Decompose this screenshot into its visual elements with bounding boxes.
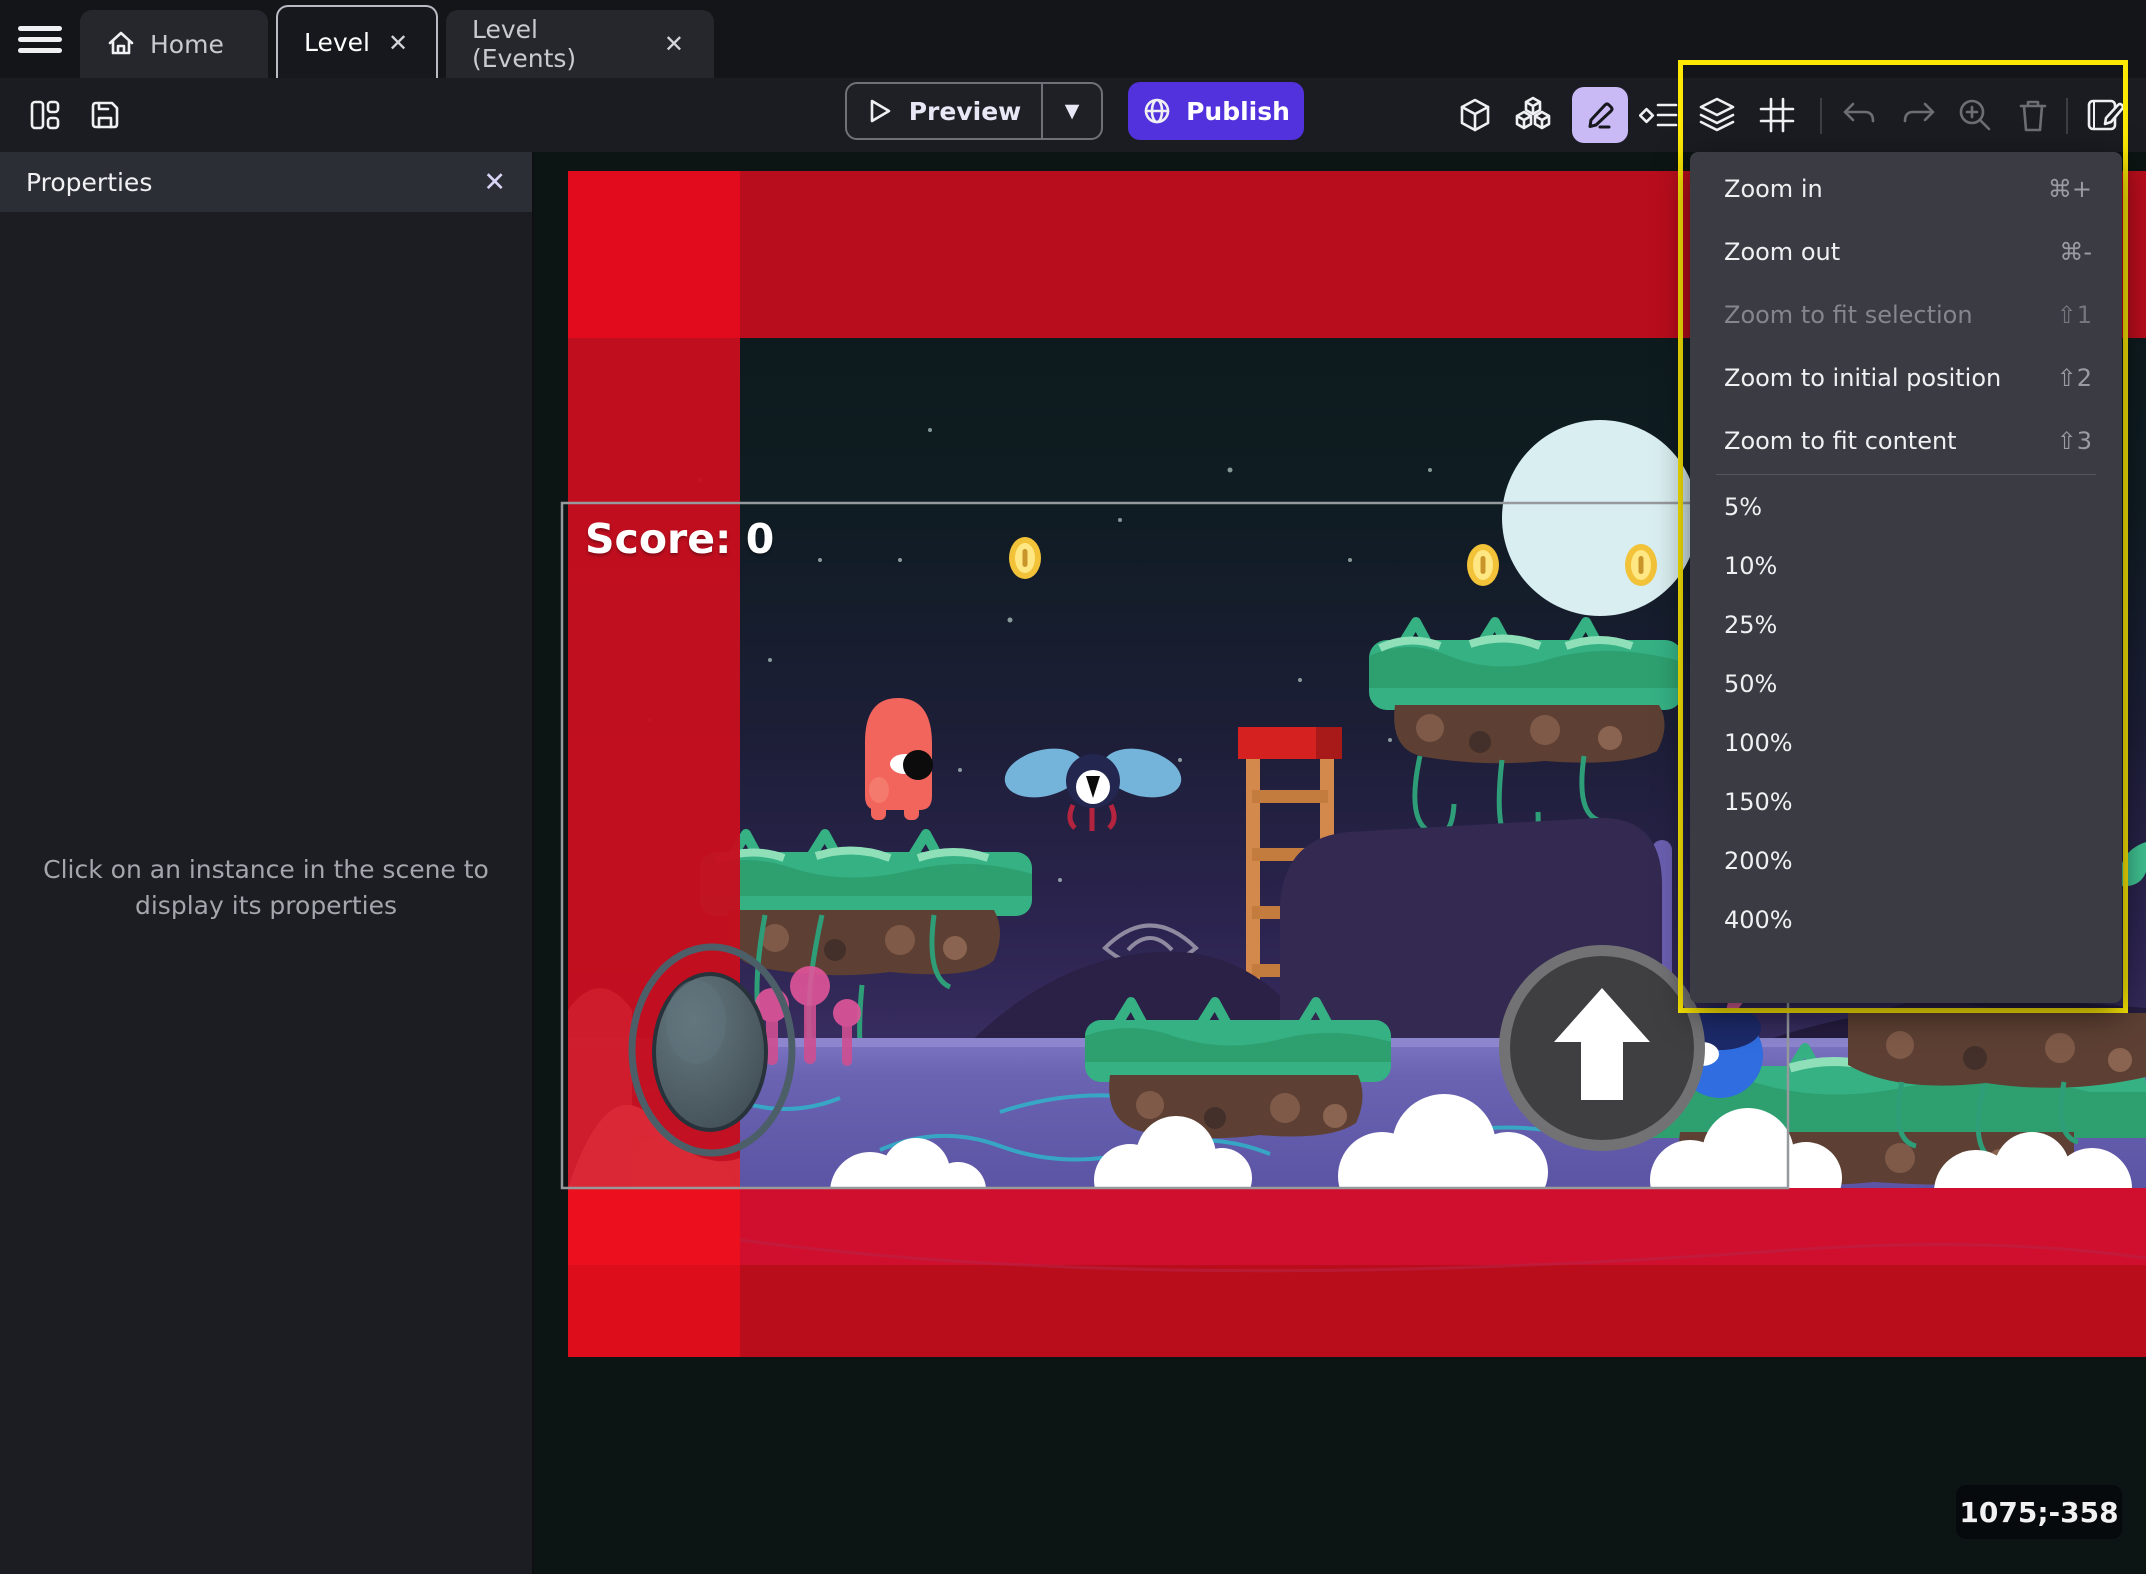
- tab-label: Home: [150, 29, 224, 59]
- close-icon[interactable]: ✕: [384, 27, 412, 59]
- publish-button[interactable]: Publish: [1128, 82, 1304, 140]
- menu-item-zoom-50[interactable]: 50%: [1690, 654, 2122, 713]
- shortcut: ⇧2: [2056, 363, 2092, 392]
- toolbar: Preview ▼ Publish: [0, 78, 2146, 152]
- menu-item-zoom-10[interactable]: 10%: [1690, 536, 2122, 595]
- menu-item-zoom-25[interactable]: 25%: [1690, 595, 2122, 654]
- preview-label: Preview: [908, 96, 1022, 126]
- panel-title: Properties: [26, 167, 153, 197]
- toggle-panels-icon[interactable]: [22, 92, 68, 138]
- pencil-icon: [1583, 98, 1617, 132]
- tab-label: Level: [304, 28, 370, 57]
- undo-icon: [1836, 92, 1882, 138]
- cursor-coordinates-badge: 1075;-358: [1956, 1485, 2122, 1539]
- tab-level[interactable]: Level ✕: [276, 5, 438, 78]
- jump-button[interactable]: [1499, 945, 1705, 1151]
- menu-item-zoom-in[interactable]: Zoom in ⌘+: [1690, 157, 2122, 220]
- home-icon: [106, 29, 136, 59]
- publish-label: Publish: [1186, 96, 1290, 126]
- preview-options-button[interactable]: ▼: [1043, 84, 1101, 138]
- zoom-menu: Zoom in ⌘+ Zoom out ⌘- Zoom to fit selec…: [1690, 152, 2122, 1003]
- tab-home[interactable]: Home: [80, 10, 268, 78]
- save-icon[interactable]: [82, 92, 128, 138]
- shortcut: ⇧3: [2056, 426, 2092, 455]
- instances-panel-icon[interactable]: [1510, 92, 1556, 138]
- moon: [1502, 420, 1698, 616]
- main-menu-icon[interactable]: [18, 20, 62, 58]
- shortcut: ⌘+: [2047, 174, 2092, 203]
- divider: [2066, 98, 2068, 134]
- tab-level-events[interactable]: Level (Events) ✕: [446, 10, 714, 78]
- player-character: [865, 698, 933, 820]
- shortcut: ⌘-: [2059, 237, 2092, 266]
- platform-bottom-center: [1085, 997, 1391, 1139]
- properties-panel-header: Properties ✕: [0, 152, 532, 212]
- menu-item-zoom-out[interactable]: Zoom out ⌘-: [1690, 220, 2122, 283]
- tab-label: Level (Events): [472, 15, 577, 73]
- properties-panel: Properties ✕ Click on an instance in the…: [0, 152, 534, 1574]
- edit-mode-button[interactable]: [1572, 87, 1628, 143]
- properties-empty-message: Click on an instance in the scene to dis…: [43, 855, 489, 921]
- grid-icon[interactable]: [1754, 92, 1800, 138]
- globe-icon: [1142, 96, 1172, 126]
- divider: [1820, 98, 1822, 134]
- menu-item-zoom-initial-position[interactable]: Zoom to initial position ⇧2: [1690, 346, 2122, 409]
- redo-icon: [1896, 92, 1942, 138]
- shortcut: ⇧1: [2056, 300, 2092, 329]
- menu-item-zoom-100[interactable]: 100%: [1690, 713, 2122, 772]
- delete-icon: [2010, 92, 2056, 138]
- menu-item-zoom-400[interactable]: 400%: [1690, 890, 2122, 949]
- tab-bar: Home Level ✕ Level (Events) ✕: [0, 0, 2146, 78]
- zoom-icon[interactable]: [1952, 92, 1998, 138]
- edit-scene-properties-icon[interactable]: [2082, 92, 2128, 138]
- score-hud: Score: 0: [585, 515, 775, 563]
- menu-item-zoom-fit-content[interactable]: Zoom to fit content ⇧3: [1690, 409, 2122, 472]
- close-icon[interactable]: ✕: [660, 28, 688, 60]
- menu-item-zoom-150[interactable]: 150%: [1690, 772, 2122, 831]
- play-icon: [867, 97, 893, 125]
- instances-list-icon[interactable]: [1636, 92, 1682, 138]
- objects-panel-icon[interactable]: [1452, 92, 1498, 138]
- preview-button[interactable]: Preview ▼: [845, 82, 1103, 140]
- menu-item-zoom-fit-selection: Zoom to fit selection ⇧1: [1724, 300, 2092, 329]
- menu-item-zoom-5[interactable]: 5%: [1690, 477, 2122, 536]
- close-icon[interactable]: ✕: [483, 167, 506, 198]
- layers-panel-icon[interactable]: [1694, 92, 1740, 138]
- menu-item-zoom-200[interactable]: 200%: [1690, 831, 2122, 890]
- menu-divider: [1716, 474, 2096, 475]
